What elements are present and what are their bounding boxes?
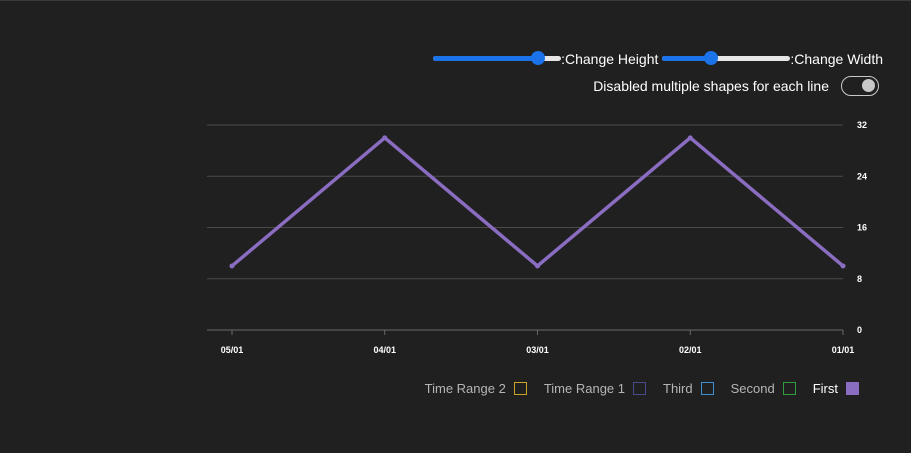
- x-tick-label: 02/01: [679, 345, 702, 355]
- y-tick-label: 8: [857, 274, 862, 284]
- legend-label: First: [812, 381, 838, 396]
- x-tick-label: 01/01: [832, 345, 855, 355]
- y-tick-label: 0: [857, 325, 862, 335]
- data-point: [382, 135, 388, 141]
- legend-item-second[interactable]: Second: [731, 381, 796, 396]
- x-tick-label: 04/01: [373, 345, 396, 355]
- data-point: [687, 135, 693, 141]
- chart-legend: Time Range 2 Time Range 1 Third Second First: [408, 381, 859, 396]
- y-tick-label: 16: [857, 223, 867, 233]
- legend-item-time-range-1[interactable]: Time Range 1: [544, 381, 646, 396]
- legend-label: Third: [663, 381, 693, 396]
- legend-swatch: [633, 382, 646, 395]
- legend-swatch: [846, 382, 859, 395]
- legend-item-first[interactable]: First: [813, 381, 859, 396]
- legend-swatch: [700, 382, 714, 395]
- x-tick-label: 03/01: [526, 345, 549, 355]
- series-line-first: [230, 135, 845, 269]
- legend-swatch: [513, 382, 527, 395]
- y-tick-label: 32: [857, 120, 867, 130]
- legend-item-third[interactable]: Third: [663, 381, 714, 396]
- data-point: [229, 263, 235, 269]
- legend-label: Time Range 2: [424, 381, 506, 396]
- x-tick-label: 05/01: [221, 345, 244, 355]
- legend-swatch: [782, 382, 796, 395]
- legend-label: Second: [730, 381, 775, 396]
- legend-item-time-range-2[interactable]: Time Range 2: [425, 381, 527, 396]
- data-point: [840, 263, 846, 269]
- y-tick-label: 24: [857, 171, 867, 181]
- legend-label: Time Range 1: [543, 381, 625, 396]
- data-point: [535, 263, 540, 269]
